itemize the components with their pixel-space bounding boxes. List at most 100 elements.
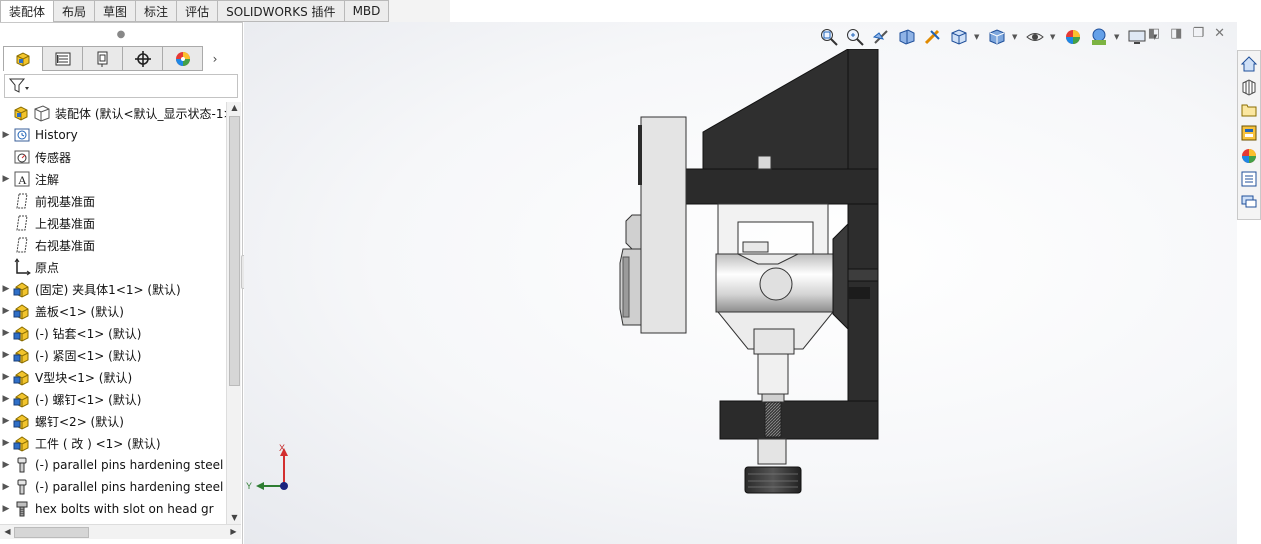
tree-item[interactable]: ▶ 盖板<1> (默认) — [0, 300, 226, 322]
close-window-icon[interactable]: ✕ — [1214, 26, 1225, 41]
scroll-left-icon[interactable]: ◀ — [0, 526, 15, 538]
panel-collapse-left-icon[interactable]: ◧ — [1148, 26, 1160, 41]
tree-item[interactable]: ▶ (-) parallel pins hardening steel — [0, 454, 226, 476]
tab-evaluate[interactable]: 评估 — [177, 0, 219, 22]
tab-solidworks-addins[interactable]: SOLIDWORKS 插件 — [218, 0, 345, 22]
tree-vertical-scrollbar[interactable]: ▲ ▼ — [226, 102, 241, 524]
tree-item-label: 上视基准面 — [35, 216, 96, 231]
forum-icon[interactable] — [1239, 191, 1259, 212]
tree-item[interactable]: ▶ (-) 紧固<1> (默认) — [0, 344, 226, 366]
section-view-icon[interactable] — [896, 27, 918, 47]
tree-item[interactable]: ▶ (-) 螺钉<1> (默认) — [0, 388, 226, 410]
svg-text:A: A — [18, 173, 27, 187]
appearances-icon[interactable] — [1239, 145, 1259, 166]
expand-arrow-icon[interactable]: ▶ — [0, 328, 12, 338]
tree-item[interactable]: ▶ 工件 ( 改 ) <1> (默认) — [0, 432, 226, 454]
display-style-icon[interactable] — [986, 27, 1008, 47]
tree-item[interactable]: 前视基准面 — [0, 190, 226, 212]
expand-arrow-icon[interactable]: ▶ — [0, 284, 12, 294]
custom-properties-icon[interactable] — [1239, 168, 1259, 189]
scroll-right-icon[interactable]: ▶ — [226, 526, 241, 538]
pin-icon — [12, 478, 32, 496]
tree-item-label: (-) parallel pins hardening steel — [35, 458, 224, 472]
design-library-icon[interactable] — [1239, 76, 1259, 97]
scroll-up-icon[interactable]: ▲ — [227, 102, 242, 114]
tree-item[interactable]: ▶ A 注解 — [0, 168, 226, 190]
scroll-down-icon[interactable]: ▼ — [227, 512, 242, 524]
tree-item[interactable]: ▶ V型块<1> (默认) — [0, 366, 226, 388]
scroll-thumb[interactable] — [14, 527, 89, 538]
tab-assembly[interactable]: 装配体 — [0, 0, 55, 22]
tree-item[interactable]: 右视基准面 — [0, 234, 226, 256]
file-explorer-icon[interactable] — [1239, 99, 1259, 120]
display-manager-tab[interactable] — [163, 46, 203, 71]
tree-horizontal-scrollbar[interactable]: ◀ ▶ — [0, 524, 241, 539]
panel-collapse-right-icon[interactable]: ◨ — [1170, 26, 1182, 41]
tree-item[interactable]: ▶ (固定) 夹具体1<1> (默认) — [0, 278, 226, 300]
edit-appearance-icon[interactable] — [1062, 27, 1084, 47]
dynamic-annotation-icon[interactable] — [922, 27, 944, 47]
feature-tree: 装配体 (默认<默认_显示状态-1> ▶ History 传感器 ▶ A 注解 前视基准面上… — [0, 102, 226, 524]
tree-item-label: (-) 紧固<1> (默认) — [35, 348, 142, 363]
property-manager-icon — [55, 52, 70, 65]
tree-item-label: (固定) 夹具体1<1> (默认) — [35, 282, 181, 297]
tree-item[interactable]: ▶ (-) parallel pins hardening steel — [0, 476, 226, 498]
previous-view-icon[interactable] — [870, 27, 892, 47]
expand-arrow-icon[interactable]: ▶ — [0, 350, 12, 360]
zoom-area-icon[interactable] — [844, 27, 866, 47]
plane-icon — [12, 214, 32, 232]
chevron-down-icon[interactable]: ▼ — [1012, 33, 1020, 41]
panel-tab-strip: › — [3, 46, 242, 71]
expand-arrow-icon[interactable]: ▶ — [0, 438, 12, 448]
tree-root[interactable]: 装配体 (默认<默认_显示状态-1> — [0, 102, 226, 124]
tree-item[interactable]: ▶ (-) 钻套<1> (默认) — [0, 322, 226, 344]
expand-arrow-icon[interactable]: ▶ — [0, 394, 12, 404]
feature-manager-tab[interactable] — [3, 46, 43, 71]
pin-icon — [12, 456, 32, 474]
expand-arrow-icon[interactable]: ▶ — [0, 130, 12, 140]
panel-grip[interactable]: ● — [0, 23, 242, 46]
dimxpert-manager-tab[interactable] — [123, 46, 163, 71]
tab-mbd[interactable]: MBD — [344, 0, 390, 22]
tree-item[interactable]: 上视基准面 — [0, 212, 226, 234]
configuration-manager-icon — [97, 51, 107, 67]
tree-item[interactable]: ▶ 螺钉<2> (默认) — [0, 410, 226, 432]
expand-arrow-icon[interactable]: ▶ — [0, 372, 12, 382]
tree-item-label: 工件 ( 改 ) <1> (默认) — [35, 436, 161, 451]
expand-arrow-icon[interactable]: ▶ — [0, 460, 12, 470]
tree-item-label: (-) 钻套<1> (默认) — [35, 326, 142, 341]
chevron-down-icon[interactable]: ▼ — [1050, 33, 1058, 41]
configuration-manager-tab[interactable] — [83, 46, 123, 71]
dimxpert-icon — [134, 50, 151, 67]
tab-markup[interactable]: 标注 — [136, 0, 178, 22]
chevron-right-icon[interactable]: › — [205, 46, 225, 71]
expand-arrow-icon[interactable]: ▶ — [0, 306, 12, 316]
filter-icon — [9, 78, 29, 93]
origin-icon — [12, 258, 32, 276]
restore-window-icon[interactable]: ❐ — [1192, 26, 1204, 41]
expand-arrow-icon[interactable]: ▶ — [0, 482, 12, 492]
tree-item[interactable]: ▶ hex bolts with slot on head gr — [0, 498, 226, 520]
assembly-model[interactable] — [608, 49, 888, 494]
tab-layout[interactable]: 布局 — [54, 0, 96, 22]
expand-arrow-icon[interactable]: ▶ — [0, 174, 12, 184]
expand-arrow-icon[interactable]: ▶ — [0, 504, 12, 514]
view-palette-icon[interactable] — [1239, 122, 1259, 143]
tree-item[interactable]: 原点 — [0, 256, 226, 278]
chevron-down-icon[interactable]: ▼ — [974, 33, 982, 41]
part-icon — [12, 346, 32, 364]
zoom-to-fit-icon[interactable] — [818, 27, 840, 47]
scroll-thumb[interactable] — [229, 116, 240, 386]
property-manager-tab[interactable] — [43, 46, 83, 71]
tree-item[interactable]: 传感器 — [0, 146, 226, 168]
tree-filter[interactable] — [4, 74, 238, 98]
tree-item[interactable]: ▶ History — [0, 124, 226, 146]
hide-show-icon[interactable] — [1024, 27, 1046, 47]
view-orientation-icon[interactable] — [948, 27, 970, 47]
tab-sketch[interactable]: 草图 — [95, 0, 137, 22]
home-icon[interactable] — [1239, 53, 1259, 74]
tree-item-label: 右视基准面 — [35, 238, 96, 253]
graphics-area[interactable]: ▼ ▼ ▼ ▼ ▼ ◧ ◨ ❐ ✕ X Y — [244, 22, 1237, 544]
expand-arrow-icon[interactable]: ▶ — [0, 416, 12, 426]
tree-item-label: 传感器 — [35, 150, 72, 165]
